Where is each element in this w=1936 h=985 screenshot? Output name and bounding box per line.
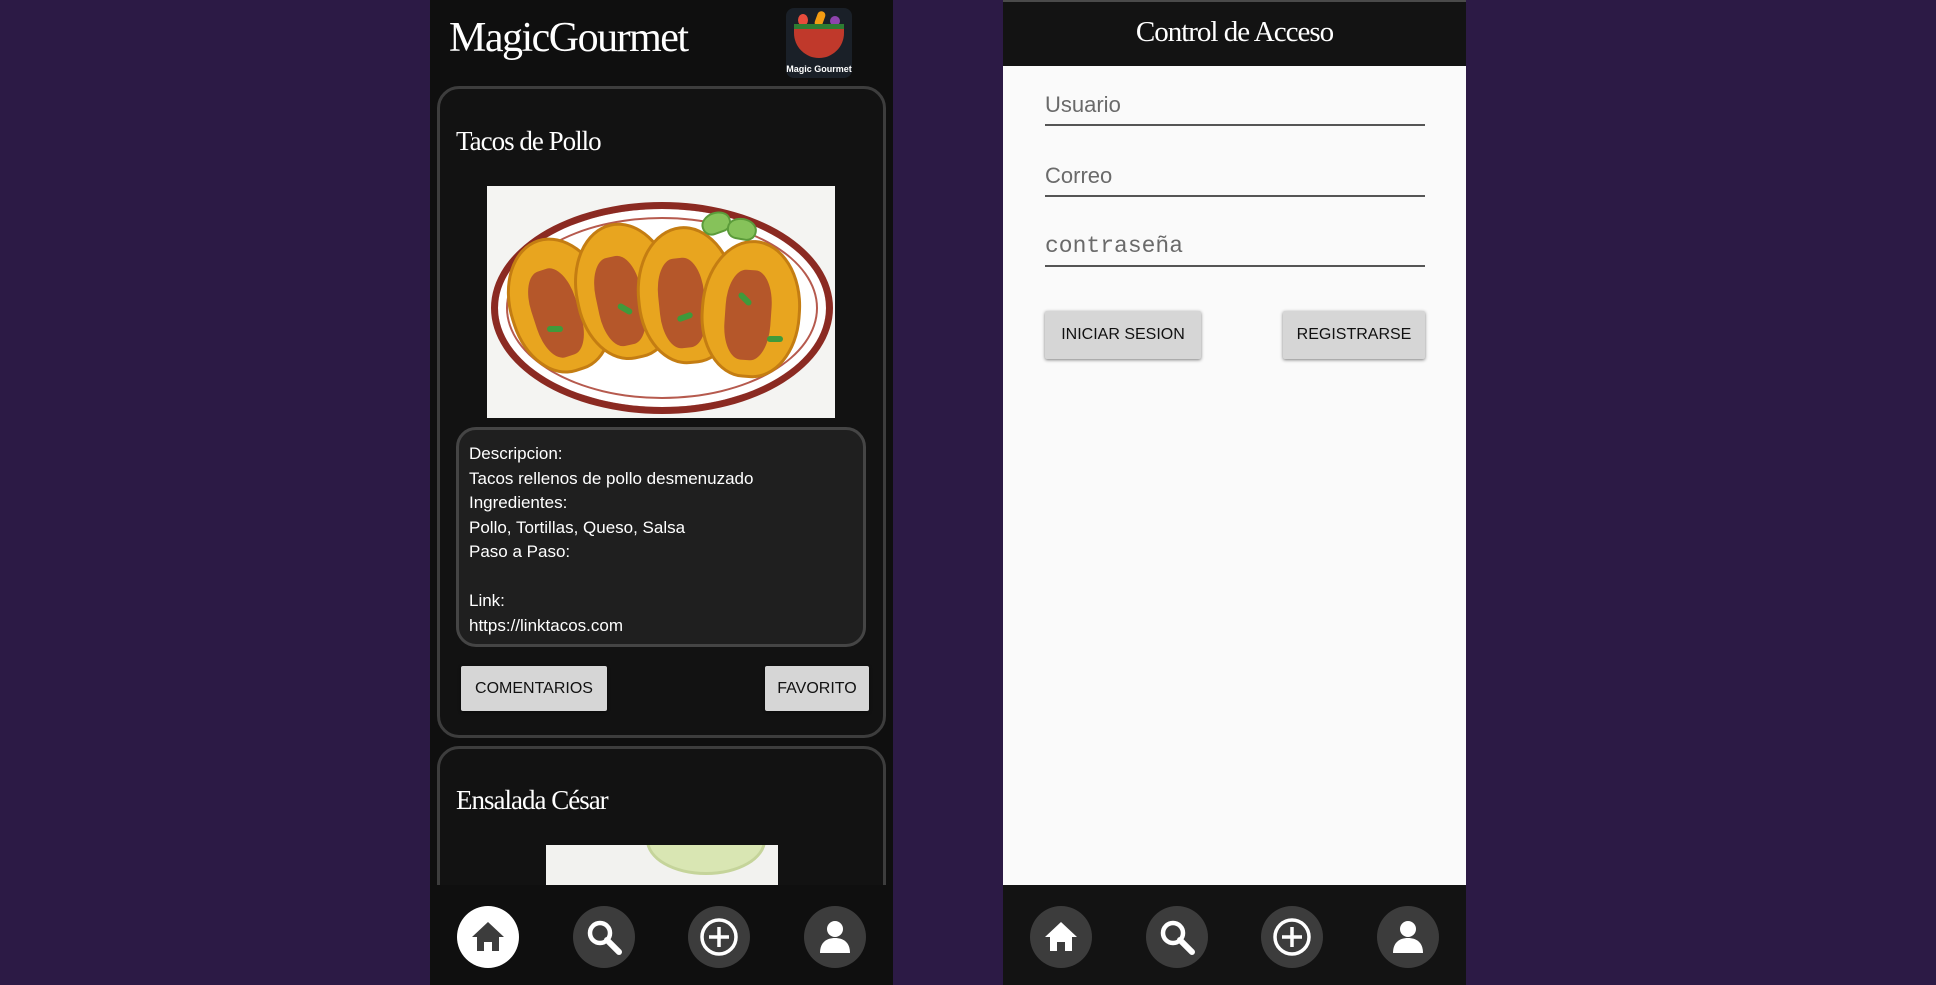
nav-home-button[interactable] (457, 906, 519, 968)
nav-add-button[interactable] (688, 906, 750, 968)
email-input[interactable] (1045, 157, 1425, 195)
bottom-nav (1003, 885, 1466, 985)
recipe-link[interactable]: https://linktacos.com (469, 614, 853, 639)
logo-text: Magic Gourmet (786, 64, 852, 74)
password-field[interactable] (1045, 227, 1425, 267)
app-header: MagicGourmet Magic Gourmet (430, 0, 893, 80)
register-button[interactable]: REGISTRARSE (1283, 311, 1425, 359)
recipe-title: Ensalada César (456, 785, 609, 815)
login-header: Control de Acceso (1003, 0, 1466, 66)
nav-profile-button[interactable] (1377, 906, 1439, 968)
link-label: Link: (469, 591, 505, 610)
favorite-button[interactable]: FAVORITO (765, 666, 869, 711)
tacos-photo (487, 186, 835, 418)
nav-search-button[interactable] (573, 906, 635, 968)
ingredients-text: Pollo, Tortillas, Queso, Salsa (469, 517, 686, 537)
username-field[interactable] (1045, 86, 1425, 126)
profile-icon (1393, 921, 1423, 953)
add-circle-icon (1273, 918, 1311, 956)
recipe-feed-screen: MagicGourmet Magic Gourmet Tacos de Poll… (430, 0, 893, 985)
steps-text (469, 565, 853, 590)
nav-home-button[interactable] (1030, 906, 1092, 968)
app-title: MagicGourmet (449, 15, 689, 61)
login-button[interactable]: INICIAR SESION (1045, 311, 1201, 359)
profile-icon (820, 921, 850, 953)
page-title: Control de Acceso (1135, 16, 1334, 48)
recipe-list[interactable]: Tacos de Pollo Descripcion: Tacos rellen… (430, 80, 893, 885)
email-field[interactable] (1045, 157, 1425, 197)
nav-profile-button[interactable] (804, 906, 866, 968)
comments-button[interactable]: COMENTARIOS (461, 666, 607, 711)
nav-add-button[interactable] (1261, 906, 1323, 968)
search-icon (1160, 920, 1195, 955)
ingredients-label: Ingredientes: (469, 493, 568, 512)
salad-photo (546, 845, 778, 885)
steps-label: Paso a Paso: (469, 542, 571, 561)
recipe-title: Tacos de Pollo (456, 126, 602, 156)
username-input[interactable] (1045, 86, 1425, 124)
recipe-details-box: Descripcion: Tacos rellenos de pollo des… (456, 427, 866, 647)
recipe-card: Tacos de Pollo Descripcion: Tacos rellen… (437, 86, 886, 738)
description-label: Descripcion: (469, 444, 563, 463)
description-text: Tacos rellenos de pollo desmenuzado (469, 468, 754, 488)
home-icon (1045, 922, 1077, 951)
password-input[interactable] (1045, 227, 1425, 265)
recipe-card: Ensalada César (437, 746, 886, 885)
home-icon (472, 922, 504, 951)
login-screen: Control de Acceso INICIAR SESION REGISTR… (1003, 0, 1466, 985)
search-icon (587, 920, 622, 955)
nav-search-button[interactable] (1146, 906, 1208, 968)
app-logo: Magic Gourmet (786, 8, 852, 78)
add-circle-icon (700, 918, 738, 956)
bottom-nav (430, 885, 893, 985)
